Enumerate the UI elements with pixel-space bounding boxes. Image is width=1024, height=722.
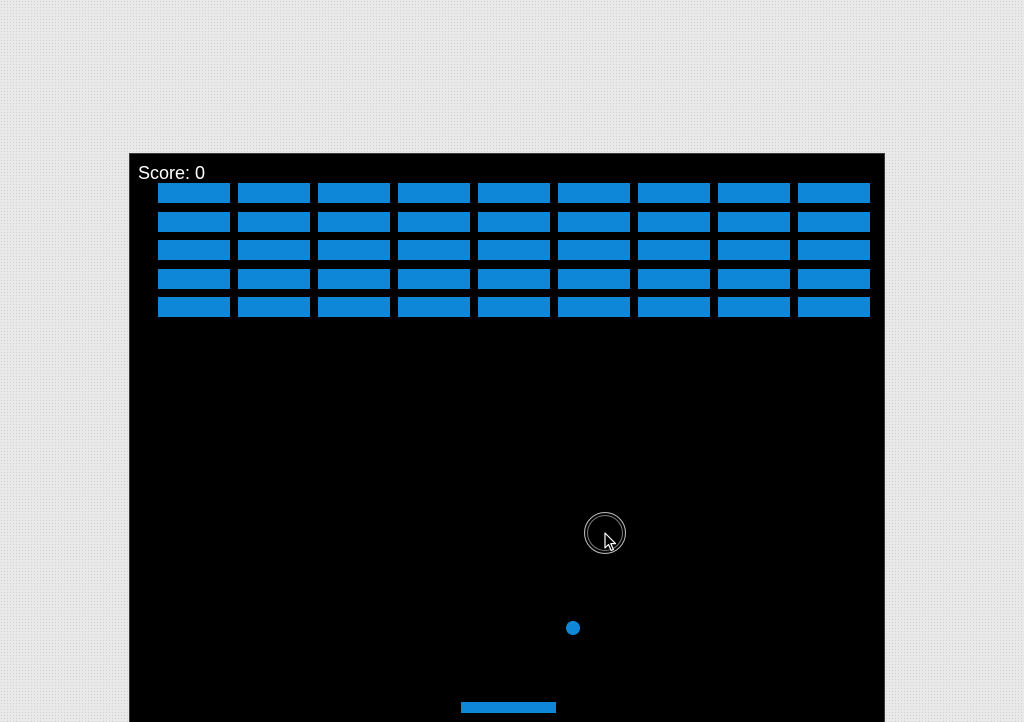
cursor-arrow-icon [604,532,617,552]
brick [638,240,710,260]
brick [238,211,310,232]
brick [718,211,790,232]
brick [638,268,710,289]
paddle[interactable] [461,702,556,713]
brick [798,211,870,232]
brick [478,240,550,260]
game-canvas[interactable]: Score: 0 [129,153,885,722]
brick [558,240,630,260]
brick [478,211,550,232]
brick [398,297,470,317]
brick [798,297,870,317]
brick [718,297,790,317]
brick [158,297,230,317]
brick [718,183,790,203]
brick [398,211,470,232]
ball [566,621,580,635]
brick [158,240,230,260]
brick [398,268,470,289]
brick [318,268,390,289]
brick [558,297,630,317]
brick [238,268,310,289]
brick [318,183,390,203]
brick [558,211,630,232]
brick [478,268,550,289]
brick [558,183,630,203]
brick [318,211,390,232]
brick [478,183,550,203]
brick [638,211,710,232]
brick [798,268,870,289]
brick [638,183,710,203]
brick [238,297,310,317]
brick [158,211,230,232]
brick [798,240,870,260]
brick [158,183,230,203]
brick-grid [158,183,872,317]
brick [318,240,390,260]
brick [398,183,470,203]
brick [478,297,550,317]
brick [638,297,710,317]
score-display: Score: 0 [138,163,206,183]
brick [318,297,390,317]
brick [158,268,230,289]
brick [238,183,310,203]
brick [718,240,790,260]
brick [798,183,870,203]
brick [398,240,470,260]
brick [718,268,790,289]
brick [238,240,310,260]
brick [558,268,630,289]
